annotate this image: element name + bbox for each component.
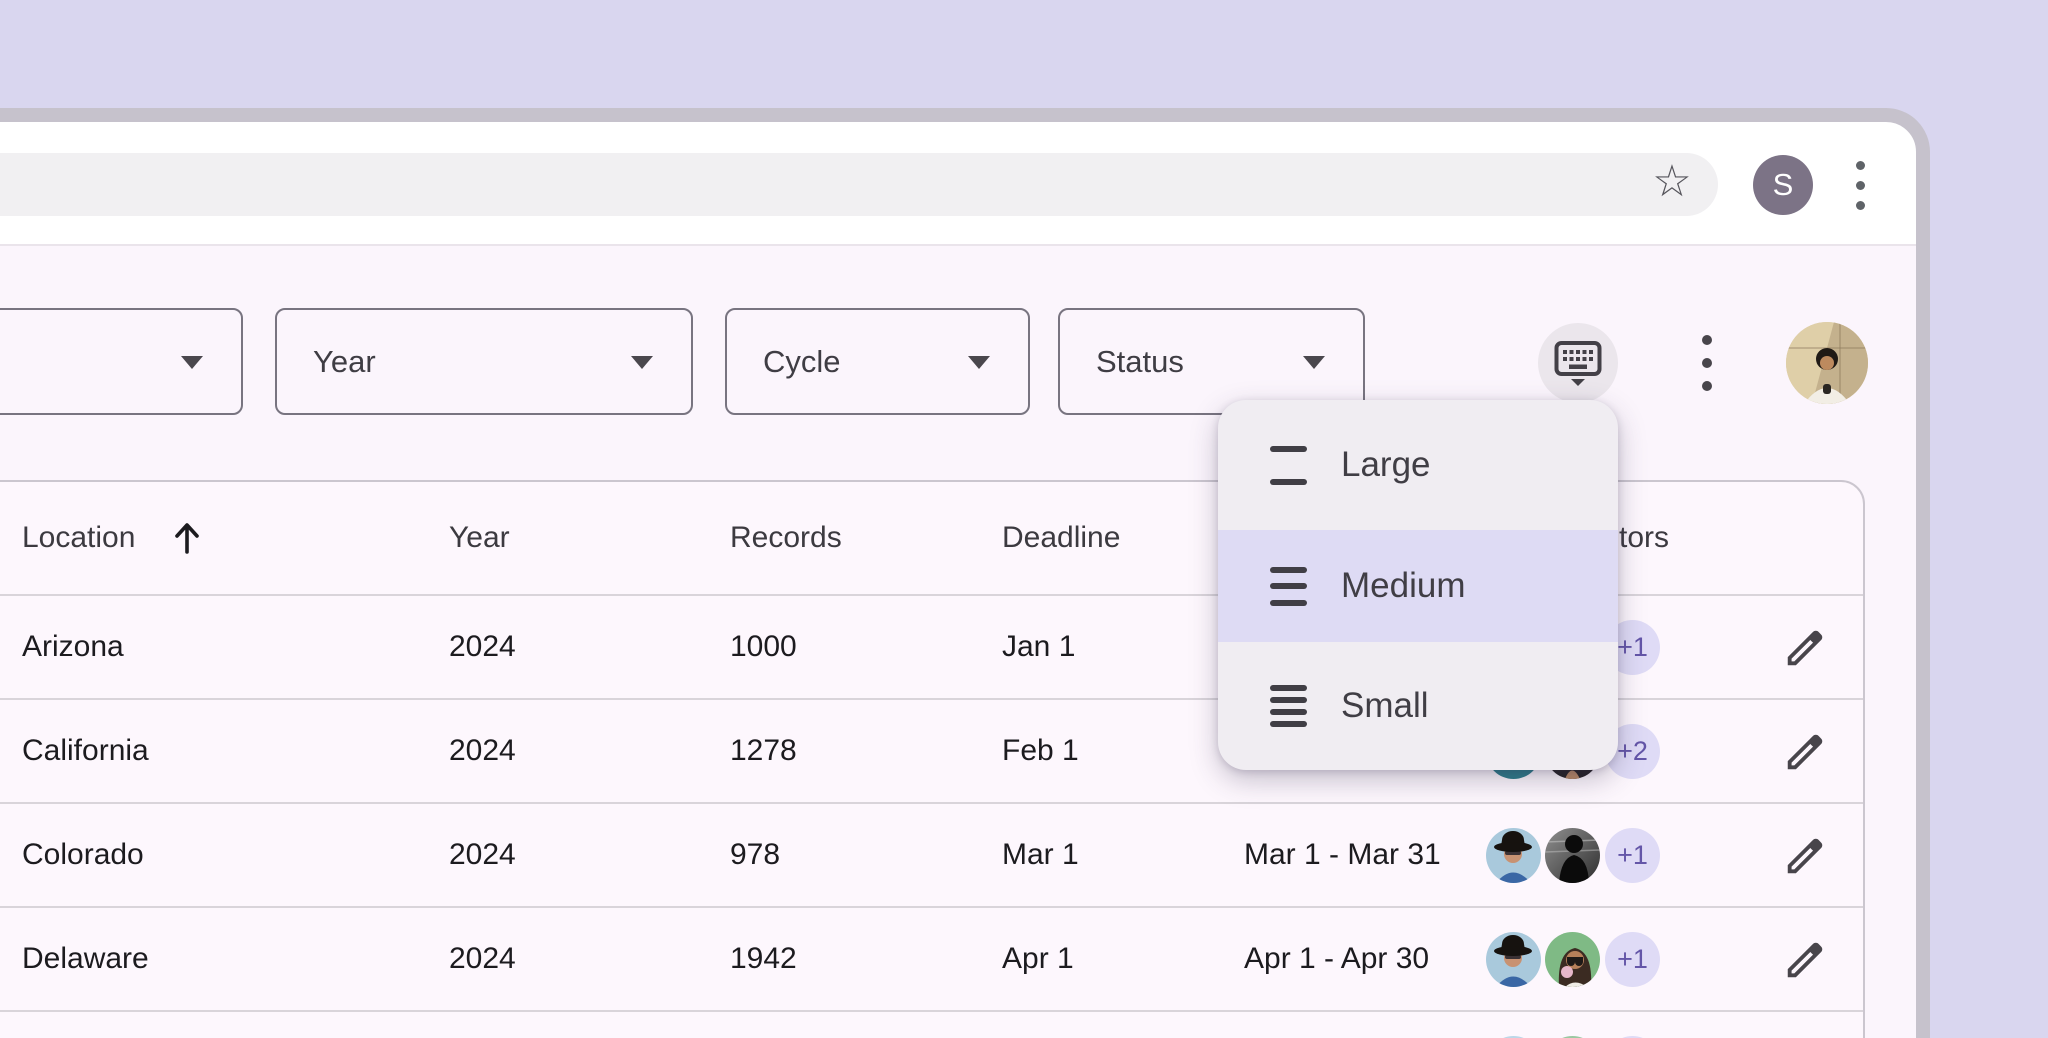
cell-location: California bbox=[22, 700, 149, 802]
chevron-down-icon bbox=[631, 356, 653, 369]
user-profile-avatar[interactable] bbox=[1786, 322, 1868, 404]
screen: ☆ S Year Cycle Status bbox=[0, 0, 2048, 1038]
collaborators-overflow-badge[interactable]: +1 bbox=[1605, 828, 1660, 883]
table-row-colorado[interactable]: Colorado 2024 978 Mar 1 Mar 1 - Mar 31 bbox=[0, 802, 1863, 906]
column-header-location[interactable]: Location bbox=[22, 482, 203, 594]
cell-deadline: Feb 1 bbox=[1002, 700, 1079, 802]
chevron-down-icon bbox=[1303, 356, 1325, 369]
column-header-label: Year bbox=[449, 521, 510, 555]
pencil-icon bbox=[1782, 729, 1828, 775]
density-medium-icon bbox=[1270, 567, 1307, 606]
edit-button[interactable] bbox=[1780, 623, 1830, 673]
bookmark-star-icon[interactable]: ☆ bbox=[1642, 150, 1702, 213]
chevron-down-icon bbox=[968, 356, 990, 369]
filter-label: Cycle bbox=[763, 344, 841, 380]
sort-ascending-icon bbox=[171, 520, 203, 556]
edit-button[interactable] bbox=[1780, 935, 1830, 985]
collaborator-avatar bbox=[1545, 932, 1600, 987]
table-row-delaware[interactable]: Delaware 2024 1942 Apr 1 Apr 1 - Apr 30 bbox=[0, 906, 1863, 1010]
cell-records: 1000 bbox=[730, 596, 797, 698]
menu-item-label: Small bbox=[1341, 686, 1429, 726]
menu-item-label: Large bbox=[1341, 445, 1431, 485]
filter-select-status[interactable]: Status bbox=[1058, 308, 1365, 415]
cell-year: 2024 bbox=[449, 596, 516, 698]
cell-records: 1942 bbox=[730, 908, 797, 1010]
cell-year: 2024 bbox=[449, 804, 516, 906]
collaborator-avatar bbox=[1545, 828, 1600, 883]
filter-select-year[interactable]: Year bbox=[275, 308, 693, 415]
column-header-year[interactable]: Year bbox=[449, 482, 510, 594]
column-header-records[interactable]: Records bbox=[730, 482, 842, 594]
menu-item-medium[interactable]: Medium bbox=[1218, 530, 1618, 642]
pencil-icon bbox=[1782, 625, 1828, 671]
table-row-partial[interactable] bbox=[0, 1010, 1863, 1038]
density-large-icon bbox=[1270, 446, 1307, 485]
address-bar[interactable] bbox=[0, 153, 1718, 216]
density-small-icon bbox=[1270, 685, 1307, 728]
density-menu: Large Medium Small bbox=[1218, 400, 1618, 770]
edit-button[interactable] bbox=[1780, 727, 1830, 777]
more-options-icon[interactable] bbox=[1692, 323, 1722, 403]
filter-select-cycle[interactable]: Cycle bbox=[725, 308, 1030, 415]
column-header-label: Location bbox=[22, 521, 135, 555]
cell-location: Arizona bbox=[22, 596, 124, 698]
profile-photo bbox=[1786, 322, 1868, 404]
browser-profile-avatar[interactable]: S bbox=[1753, 155, 1813, 215]
menu-item-label: Medium bbox=[1341, 566, 1465, 606]
cell-location: Colorado bbox=[22, 804, 144, 906]
filter-label: Year bbox=[313, 344, 376, 380]
column-header-label: Records bbox=[730, 521, 842, 555]
cell-records: 978 bbox=[730, 804, 780, 906]
pencil-icon bbox=[1782, 937, 1828, 983]
cell-deadline: Mar 1 bbox=[1002, 804, 1079, 906]
filter-select-truncated[interactable] bbox=[0, 308, 243, 415]
cell-year: 2024 bbox=[449, 908, 516, 1010]
collaborators-overflow-badge[interactable]: +1 bbox=[1605, 932, 1660, 987]
column-header-label: tors bbox=[1619, 521, 1669, 555]
collaborator-avatar bbox=[1486, 828, 1541, 883]
density-button[interactable] bbox=[1538, 323, 1618, 403]
browser-profile-initial: S bbox=[1773, 167, 1794, 203]
cell-year: 2024 bbox=[449, 700, 516, 802]
collaborator-avatar bbox=[1486, 932, 1541, 987]
pencil-icon bbox=[1782, 833, 1828, 879]
browser-menu-icon[interactable] bbox=[1845, 155, 1875, 215]
filter-label: Status bbox=[1096, 344, 1184, 380]
cell-location: Delaware bbox=[22, 908, 149, 1010]
column-header-deadline[interactable]: Deadline bbox=[1002, 482, 1120, 594]
cell-deadline: Apr 1 bbox=[1002, 908, 1074, 1010]
keyboard-icon bbox=[1554, 340, 1602, 386]
cell-records: 1278 bbox=[730, 700, 797, 802]
edit-button[interactable] bbox=[1780, 831, 1830, 881]
cell-window: Apr 1 - Apr 30 bbox=[1244, 908, 1429, 1010]
column-header-label: Deadline bbox=[1002, 521, 1120, 555]
cell-window: Mar 1 - Mar 31 bbox=[1244, 804, 1441, 906]
menu-item-large[interactable]: Large bbox=[1218, 400, 1618, 530]
menu-item-small[interactable]: Small bbox=[1218, 642, 1618, 770]
column-header-collaborators[interactable]: tors bbox=[1619, 482, 1669, 594]
chevron-down-icon bbox=[181, 356, 203, 369]
cell-deadline: Jan 1 bbox=[1002, 596, 1075, 698]
